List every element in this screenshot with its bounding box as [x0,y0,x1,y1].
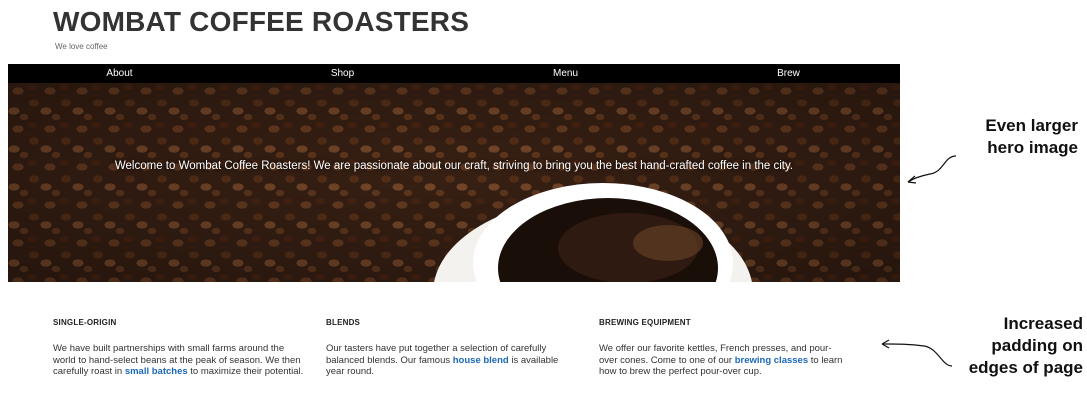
column-single-origin: SINGLE-ORIGIN We have built partnerships… [53,318,308,378]
brewing-classes-link[interactable]: brewing classes [735,355,808,366]
small-batches-link[interactable]: small batches [125,366,188,377]
column-heading: BREWING EQUIPMENT [599,318,691,327]
column-text: We have built partnerships with small fa… [53,343,304,377]
coffee-cup-illustration [434,183,752,282]
house-blend-link[interactable]: house blend [453,355,509,366]
column-blends: BLENDS Our tasters have put together a s… [326,318,566,378]
nav-item-menu[interactable]: Menu [454,68,677,79]
nav-item-about[interactable]: About [8,68,231,79]
hero-image: Welcome to Wombat Coffee Roasters! We ar… [8,83,900,282]
site-tagline: We love coffee [55,42,108,51]
column-heading: SINGLE-ORIGIN [53,318,117,327]
annotation-padding: Increased padding on edges of page [968,314,1083,377]
column-text: We offer our favorite kettles, French pr… [599,343,843,377]
page: WOMBAT COFFEE ROASTERS We love coffee Ab… [0,0,900,396]
hero-welcome-text: Welcome to Wombat Coffee Roasters! We ar… [114,160,794,172]
nav-item-brew[interactable]: Brew [677,68,900,79]
site-title: WOMBAT COFFEE ROASTERS [53,6,470,37]
column-heading: BLENDS [326,318,361,327]
main-nav: About Shop Menu Brew [8,64,900,83]
annotation-arrow-padding-icon [881,339,953,367]
column-text: Our tasters have put together a selectio… [326,343,559,377]
nav-item-shop[interactable]: Shop [231,68,454,79]
annotation-hero: Even larger hero image [985,116,1078,157]
annotation-arrow-hero-icon [907,155,957,184]
column-brewing-equipment: BREWING EQUIPMENT We offer our favorite … [599,318,844,378]
